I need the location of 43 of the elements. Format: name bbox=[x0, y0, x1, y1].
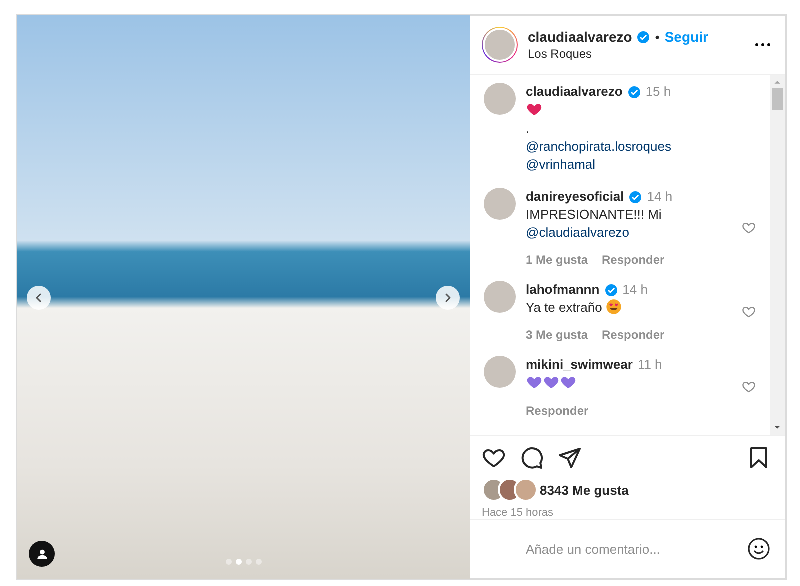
scrollbar-thumb[interactable] bbox=[772, 88, 783, 110]
comment-text: . bbox=[526, 121, 530, 136]
comment-username[interactable]: lahofmannn bbox=[526, 281, 600, 299]
paper-plane-icon bbox=[558, 446, 582, 470]
avatar[interactable] bbox=[484, 281, 516, 313]
scrollbar[interactable] bbox=[770, 75, 785, 435]
separator-dot: • bbox=[655, 30, 660, 44]
heart-icon bbox=[742, 220, 756, 234]
share-button[interactable] bbox=[558, 446, 582, 470]
comment-username[interactable]: claudiaalvarezo bbox=[526, 83, 623, 101]
heart-icon bbox=[742, 380, 756, 394]
more-options-button[interactable] bbox=[755, 43, 771, 47]
mention-link[interactable]: @vrinhamal bbox=[526, 157, 596, 172]
comment-button[interactable] bbox=[520, 446, 544, 470]
comment-time: 14 h bbox=[622, 281, 648, 299]
post-time: Hace 15 horas bbox=[482, 507, 555, 519]
avatar[interactable] bbox=[484, 356, 516, 388]
smiley-icon bbox=[747, 537, 771, 561]
scroll-down-arrow-icon bbox=[774, 424, 781, 431]
comment-username[interactable]: danireyesoficial bbox=[526, 188, 624, 206]
more-icon bbox=[755, 43, 771, 47]
mention-link[interactable]: @claudiaalvarezo bbox=[526, 225, 630, 240]
username[interactable]: claudiaalvarezo bbox=[528, 29, 632, 45]
heart-eyes-emoji-icon bbox=[606, 299, 622, 315]
mention-link[interactable]: @ranchopirata.losroques bbox=[526, 139, 672, 154]
comment-time: 15 h bbox=[646, 83, 672, 101]
avatar[interactable] bbox=[484, 83, 516, 115]
profile-avatar[interactable] bbox=[482, 27, 518, 63]
likes-count[interactable]: 8343 Me gusta bbox=[540, 482, 629, 498]
avatar[interactable] bbox=[484, 188, 516, 220]
comment-field[interactable]: Añade un comentario... bbox=[470, 540, 737, 558]
heart-icon bbox=[742, 304, 756, 318]
location-link[interactable]: Los Roques bbox=[528, 47, 745, 61]
person-icon bbox=[36, 548, 48, 560]
scroll-up-arrow-icon bbox=[774, 79, 781, 86]
speech-bubble-icon bbox=[520, 446, 544, 470]
comment-time: 11 h bbox=[638, 356, 662, 374]
comment-username[interactable]: mikini_swimwear bbox=[526, 356, 633, 374]
comment-text: Ya te extraño bbox=[526, 300, 602, 315]
comment-text: IMPRESIONANTE!!! Mi bbox=[526, 207, 662, 222]
emoji-button[interactable] bbox=[747, 537, 771, 561]
liker-avatar bbox=[514, 478, 538, 502]
comment-time: 14 h bbox=[647, 188, 673, 206]
